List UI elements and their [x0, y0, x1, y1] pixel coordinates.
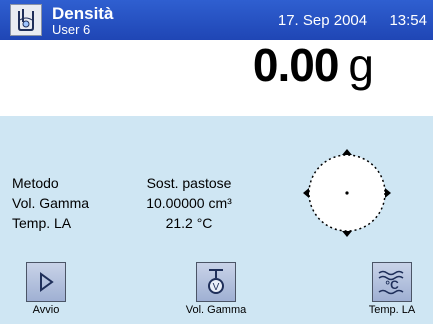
gamma-volume-button[interactable]: V [196, 262, 236, 302]
time-text: 13:54 [389, 12, 427, 29]
weight-display: 0.00 g [252, 39, 374, 91]
weight-unit: g [348, 39, 374, 91]
temperature-icon: °C [378, 270, 404, 295]
user-label: User 6 [52, 22, 91, 37]
temperature-button-label: Temp. LA [368, 304, 416, 316]
date-time: 17. Sep 2004 13:54 [278, 12, 427, 29]
info-value: Sost. pastose [146, 175, 232, 191]
info-label: Temp. LA [12, 215, 72, 231]
info-label: Metodo [12, 175, 59, 191]
weight-value: 0.00 [252, 39, 340, 91]
gamma-volume-icon: V [208, 269, 224, 294]
start-button[interactable] [26, 262, 66, 302]
svg-text:V: V [213, 282, 220, 293]
info-value: 21.2 °C [165, 215, 213, 231]
page-title: Densità [52, 4, 114, 23]
level-gauge [303, 149, 391, 237]
gamma-volume-button-label: Vol. Gamma [185, 304, 247, 316]
info-value: 10.00000 cm³ [146, 195, 232, 211]
svg-text:°C: °C [385, 278, 399, 292]
title-bar: Densità User 6 17. Sep 2004 13:54 [0, 0, 433, 40]
date-text: 17. Sep 2004 [277, 12, 368, 29]
start-button-label: Avvio [32, 304, 60, 316]
info-label: Vol. Gamma [12, 195, 90, 211]
temperature-button[interactable]: °C [372, 262, 412, 302]
play-icon [40, 272, 54, 292]
beaker-icon[interactable] [10, 4, 42, 36]
